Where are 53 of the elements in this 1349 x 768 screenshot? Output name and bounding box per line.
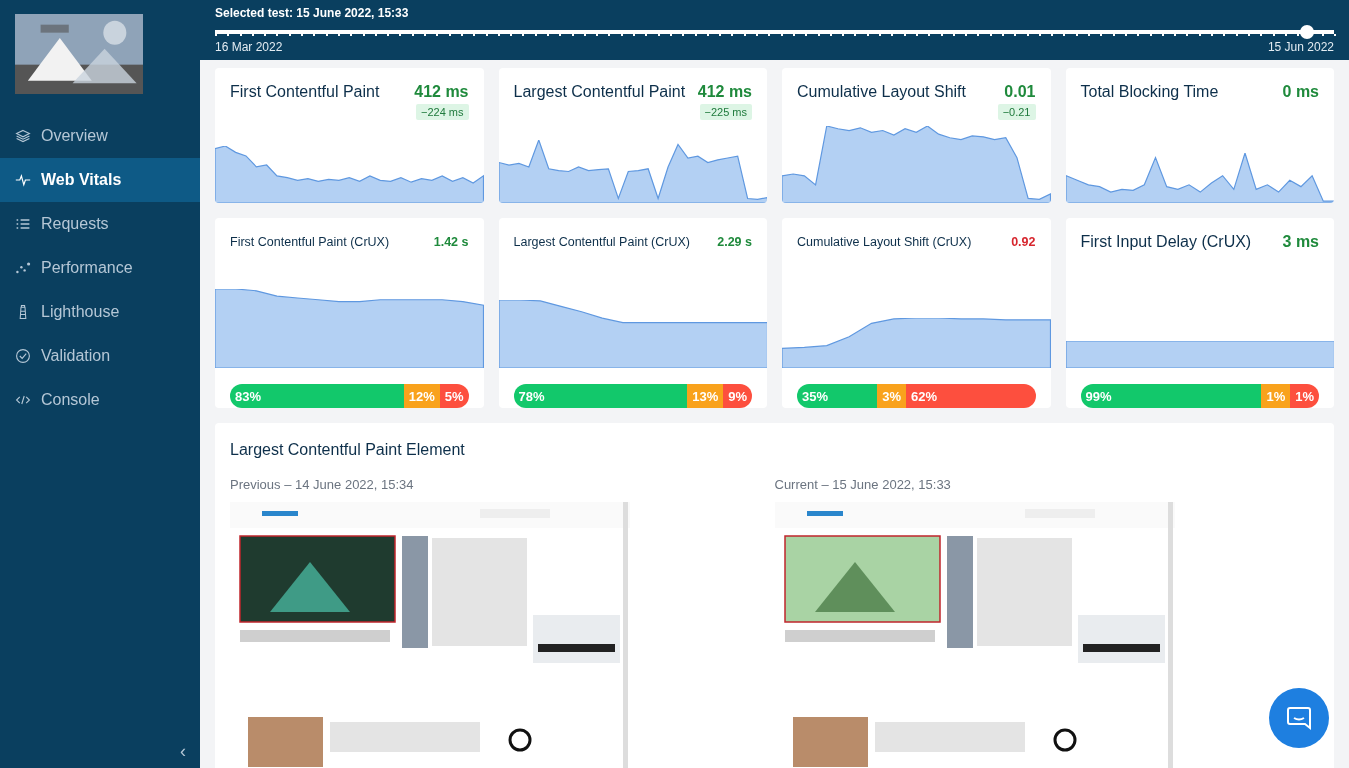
- layers-icon: [15, 128, 31, 144]
- distribution-segment: 9%: [723, 384, 752, 408]
- metric-title: Cumulative Layout Shift: [797, 83, 966, 101]
- metric-value: 2.29 s: [717, 235, 752, 249]
- sidebar-item[interactable]: Performance: [0, 246, 200, 290]
- distribution-segment: 12%: [403, 384, 440, 408]
- pulse-icon: [15, 172, 31, 188]
- metric-value: 412 ms: [697, 83, 752, 101]
- sidebar-item[interactable]: Web Vitals: [0, 158, 200, 202]
- start-date: 16 Mar 2022: [215, 40, 283, 54]
- distribution-segment: 1%: [1261, 384, 1291, 408]
- metric-value: 0.01: [1004, 83, 1036, 101]
- end-date: 15 Jun 2022: [1267, 40, 1334, 54]
- distribution-segment: 83%: [230, 384, 404, 408]
- distribution-segment: 78%: [513, 384, 688, 408]
- sidebar-item[interactable]: Overview: [0, 114, 200, 158]
- sidebar-item[interactable]: Lighthouse: [0, 290, 200, 334]
- metric-title: First Contentful Paint (CrUX): [230, 235, 390, 249]
- metric-title: First Input Delay (CrUX): [1080, 233, 1252, 251]
- chat-icon: [1285, 704, 1313, 732]
- collapse-button[interactable]: ‹: [180, 741, 186, 762]
- delta-badge: −0.21: [997, 104, 1036, 120]
- delta-badge: −225 ms: [699, 104, 752, 120]
- distribution-segment: 3%: [877, 384, 907, 408]
- sidebar-item[interactable]: Validation: [0, 334, 200, 378]
- distribution-segment: 13%: [687, 384, 724, 408]
- distribution-segment: 99%: [1080, 384, 1262, 408]
- distribution-segment: 35%: [797, 384, 878, 408]
- section-title: Largest Contentful Paint Element: [230, 441, 466, 459]
- metric-title: Largest Contentful Paint (CrUX): [513, 235, 690, 249]
- sidebar-item[interactable]: Console: [0, 378, 200, 422]
- distribution-segment: 1%: [1290, 384, 1319, 408]
- delta-badge: −224 ms: [416, 104, 469, 120]
- check-circle-icon: [15, 348, 31, 364]
- scatter-icon: [15, 260, 31, 276]
- timeline-slider[interactable]: [215, 25, 1334, 38]
- distribution-segment: 5%: [439, 384, 469, 408]
- list-icon: [15, 216, 31, 232]
- metric-value: 1.42 s: [433, 235, 469, 249]
- slider-thumb[interactable]: [1300, 25, 1315, 39]
- screenshot-label: Previous – 14 June 2022, 15:34: [230, 477, 415, 492]
- metric-value: 0.92: [1011, 235, 1036, 249]
- metric-title: Cumulative Layout Shift (CrUX): [797, 235, 972, 249]
- metric-title: First Contentful Paint: [230, 83, 380, 101]
- metric-value: 412 ms: [414, 83, 469, 101]
- distribution-segment: 62%: [906, 384, 1036, 408]
- sidebar-item[interactable]: Requests: [0, 202, 200, 246]
- metric-value: 3 ms: [1282, 233, 1319, 251]
- screenshot-label: Current – 15 June 2022, 15:33: [774, 477, 952, 492]
- selected-test-label: Selected test: 15 June 2022, 15:33: [215, 6, 410, 20]
- metric-title: Largest Contentful Paint: [513, 83, 686, 101]
- metric-title: Total Blocking Time: [1080, 83, 1219, 101]
- metric-value: 0 ms: [1282, 83, 1319, 101]
